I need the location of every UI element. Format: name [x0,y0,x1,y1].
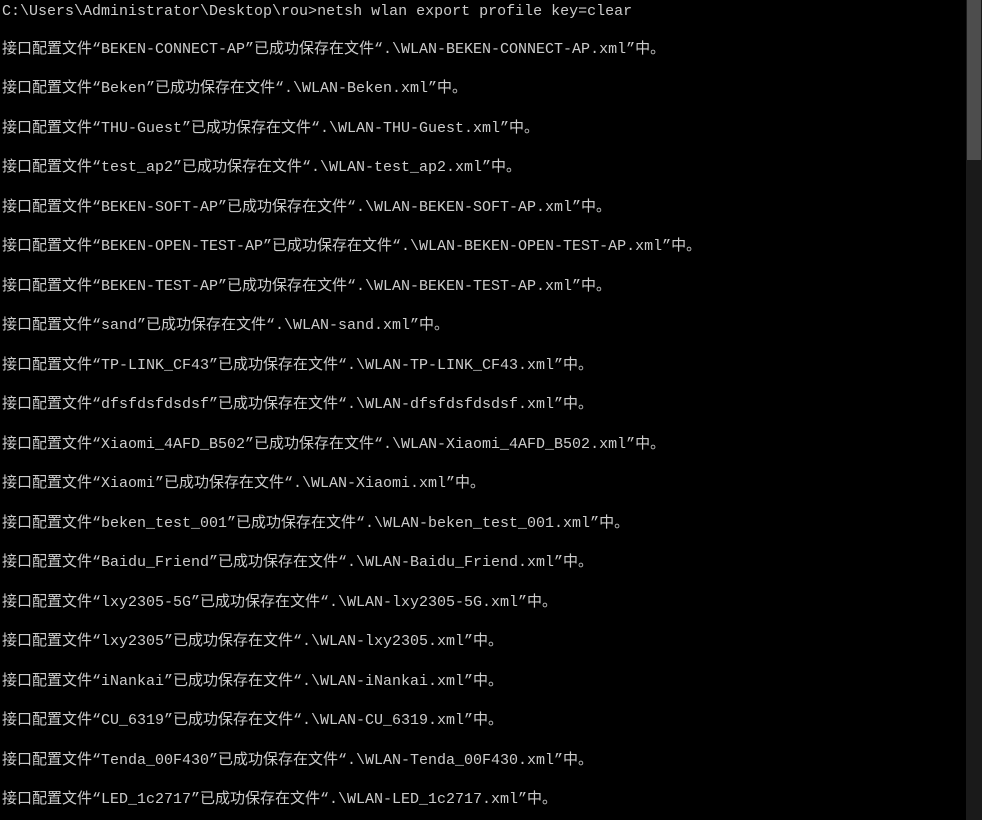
output-line: 接口配置文件“BEKEN-SOFT-AP”已成功保存在文件“.\WLAN-BEK… [2,198,982,218]
output-line: 接口配置文件“Baidu_Friend”已成功保存在文件“.\WLAN-Baid… [2,553,982,573]
output-line: 接口配置文件“dfsfdsfdsdsf”已成功保存在文件“.\WLAN-dfsf… [2,395,982,415]
output-line: 接口配置文件“Beken”已成功保存在文件“.\WLAN-Beken.xml”中… [2,79,982,99]
output-line: 接口配置文件“BEKEN-TEST-AP”已成功保存在文件“.\WLAN-BEK… [2,277,982,297]
output-line: 接口配置文件“TP-LINK_CF43”已成功保存在文件“.\WLAN-TP-L… [2,356,982,376]
output-line: 接口配置文件“Xiaomi_4AFD_B502”已成功保存在文件“.\WLAN-… [2,435,982,455]
output-line: 接口配置文件“lxy2305-5G”已成功保存在文件“.\WLAN-lxy230… [2,593,982,613]
output-line: 接口配置文件“BEKEN-OPEN-TEST-AP”已成功保存在文件“.\WLA… [2,237,982,257]
output-line: 接口配置文件“Xiaomi”已成功保存在文件“.\WLAN-Xiaomi.xml… [2,474,982,494]
prompt-path: C:\Users\Administrator\Desktop\rou> [2,3,317,20]
output-line: 接口配置文件“beken_test_001”已成功保存在文件“.\WLAN-be… [2,514,982,534]
command-prompt-line: C:\Users\Administrator\Desktop\rou>netsh… [2,2,982,22]
output-line: 接口配置文件“test_ap2”已成功保存在文件“.\WLAN-test_ap2… [2,158,982,178]
scrollbar-thumb[interactable] [967,0,981,160]
command-output: 接口配置文件“BEKEN-CONNECT-AP”已成功保存在文件“.\WLAN-… [2,40,982,810]
typed-command: netsh wlan export profile key=clear [317,3,632,20]
output-line: 接口配置文件“Tenda_00F430”已成功保存在文件“.\WLAN-Tend… [2,751,982,771]
output-line: 接口配置文件“lxy2305”已成功保存在文件“.\WLAN-lxy2305.x… [2,632,982,652]
output-line: 接口配置文件“CU_6319”已成功保存在文件“.\WLAN-CU_6319.x… [2,711,982,731]
output-line: 接口配置文件“iNankai”已成功保存在文件“.\WLAN-iNankai.x… [2,672,982,692]
output-line: 接口配置文件“LED_1c2717”已成功保存在文件“.\WLAN-LED_1c… [2,790,982,810]
vertical-scrollbar[interactable] [966,0,982,820]
output-line: 接口配置文件“sand”已成功保存在文件“.\WLAN-sand.xml”中。 [2,316,982,336]
output-line: 接口配置文件“THU-Guest”已成功保存在文件“.\WLAN-THU-Gue… [2,119,982,139]
output-line: 接口配置文件“BEKEN-CONNECT-AP”已成功保存在文件“.\WLAN-… [2,40,982,60]
